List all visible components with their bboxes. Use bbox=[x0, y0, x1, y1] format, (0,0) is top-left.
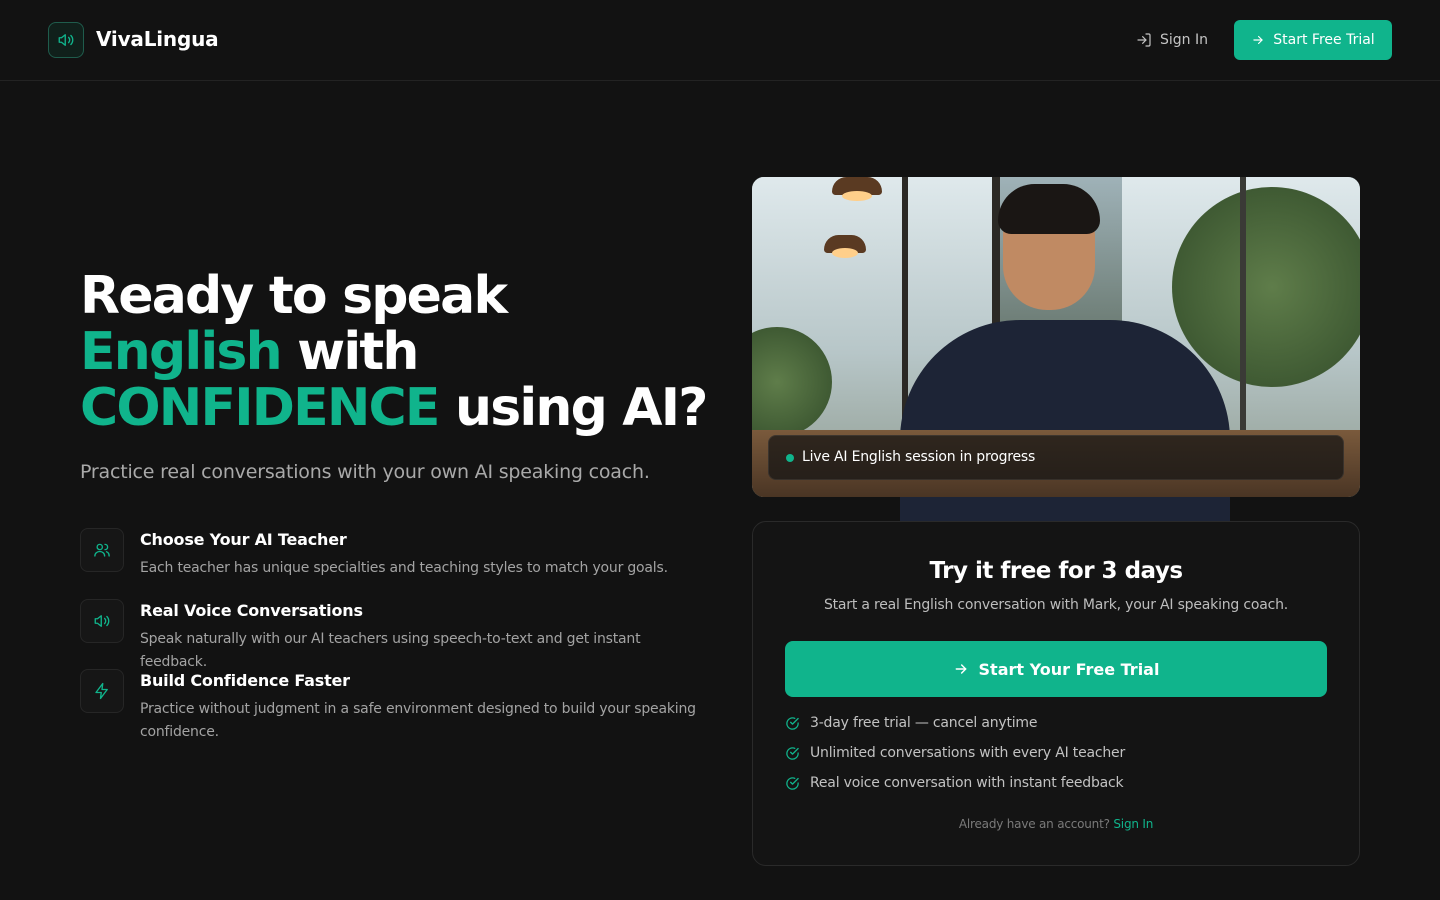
arrow-right-icon bbox=[1253, 35, 1263, 45]
top-nav: VivaLingua Sign In Start Free Trial bbox=[0, 0, 1440, 81]
account-footer-text: Already have an account? bbox=[958, 817, 1110, 831]
feature-title: Build Confidence Faster bbox=[140, 671, 350, 690]
lightning-icon bbox=[95, 682, 108, 700]
headline-accent-english: English bbox=[80, 322, 283, 382]
start-your-free-trial-button[interactable]: Start Your Free Trial bbox=[785, 641, 1327, 697]
feature-icon-box bbox=[80, 669, 124, 713]
trial-card-subtitle: Start a real English conversation with M… bbox=[823, 597, 1289, 613]
feature-icon-box bbox=[80, 599, 124, 643]
free-trial-card: Try it free for 3 days Start a real Engl… bbox=[752, 521, 1360, 866]
start-free-trial-button[interactable]: Start Free Trial bbox=[1234, 20, 1392, 60]
person-hair bbox=[998, 184, 1100, 234]
feature-title: Choose Your AI Teacher bbox=[140, 530, 347, 549]
lamp-light bbox=[832, 248, 858, 258]
headline-accent-confidence: CONFIDENCE bbox=[80, 378, 440, 438]
sign-in-label: Sign In bbox=[1160, 32, 1208, 48]
live-indicator-dot bbox=[786, 454, 794, 462]
account-footer: Already have an account? Sign In bbox=[753, 817, 1359, 831]
check-circle-icon bbox=[786, 776, 799, 790]
feature-title: Real Voice Conversations bbox=[140, 601, 363, 620]
login-icon bbox=[1137, 33, 1151, 47]
trial-card-title: Try it free for 3 days bbox=[929, 558, 1183, 584]
live-session-badge: Live AI English session in progress bbox=[768, 435, 1344, 480]
check-circle-icon bbox=[786, 746, 799, 760]
speaker-icon bbox=[94, 615, 110, 627]
benefit-item: Unlimited conversations with every AI te… bbox=[785, 743, 1125, 763]
logo[interactable] bbox=[48, 22, 84, 58]
users-icon bbox=[94, 543, 110, 557]
benefit-text: Real voice conversation with instant fee… bbox=[810, 775, 1124, 791]
feature-description: Each teacher has unique specialties and … bbox=[140, 560, 668, 576]
benefit-text: Unlimited conversations with every AI te… bbox=[810, 745, 1126, 761]
feature-description: Speak naturally with our AI teachers usi… bbox=[140, 631, 641, 670]
benefit-text: 3-day free trial — cancel anytime bbox=[810, 715, 1038, 731]
start-free-trial-label: Start Free Trial bbox=[1273, 32, 1375, 48]
photo-tree bbox=[1172, 187, 1360, 387]
lamp-light bbox=[842, 191, 872, 201]
check-circle-icon bbox=[786, 716, 799, 730]
headline-word-with: with bbox=[297, 322, 419, 382]
feature-icon-box bbox=[80, 528, 124, 572]
start-your-free-trial-label: Start Your Free Trial bbox=[978, 659, 1160, 679]
footer-sign-in-link[interactable]: Sign In bbox=[1113, 817, 1153, 831]
headline-end: using AI? bbox=[454, 378, 709, 438]
hero-subtitle: Practice real conversations with your ow… bbox=[80, 461, 650, 483]
arrow-right-icon bbox=[955, 664, 966, 674]
hero-headline: Ready to speak English with CONFIDENCE u… bbox=[80, 268, 720, 436]
headline-line-1: Ready to speak bbox=[80, 266, 508, 326]
brand-name[interactable]: VivaLingua bbox=[96, 27, 219, 51]
speaker-icon bbox=[58, 34, 74, 46]
feature-description: Practice without judgment in a safe envi… bbox=[140, 701, 696, 740]
sign-in-link[interactable]: Sign In bbox=[1136, 30, 1208, 50]
benefit-item: 3-day free trial — cancel anytime bbox=[785, 713, 1037, 733]
benefit-item: Real voice conversation with instant fee… bbox=[785, 773, 1124, 793]
live-session-text: Live AI English session in progress bbox=[802, 449, 1036, 465]
